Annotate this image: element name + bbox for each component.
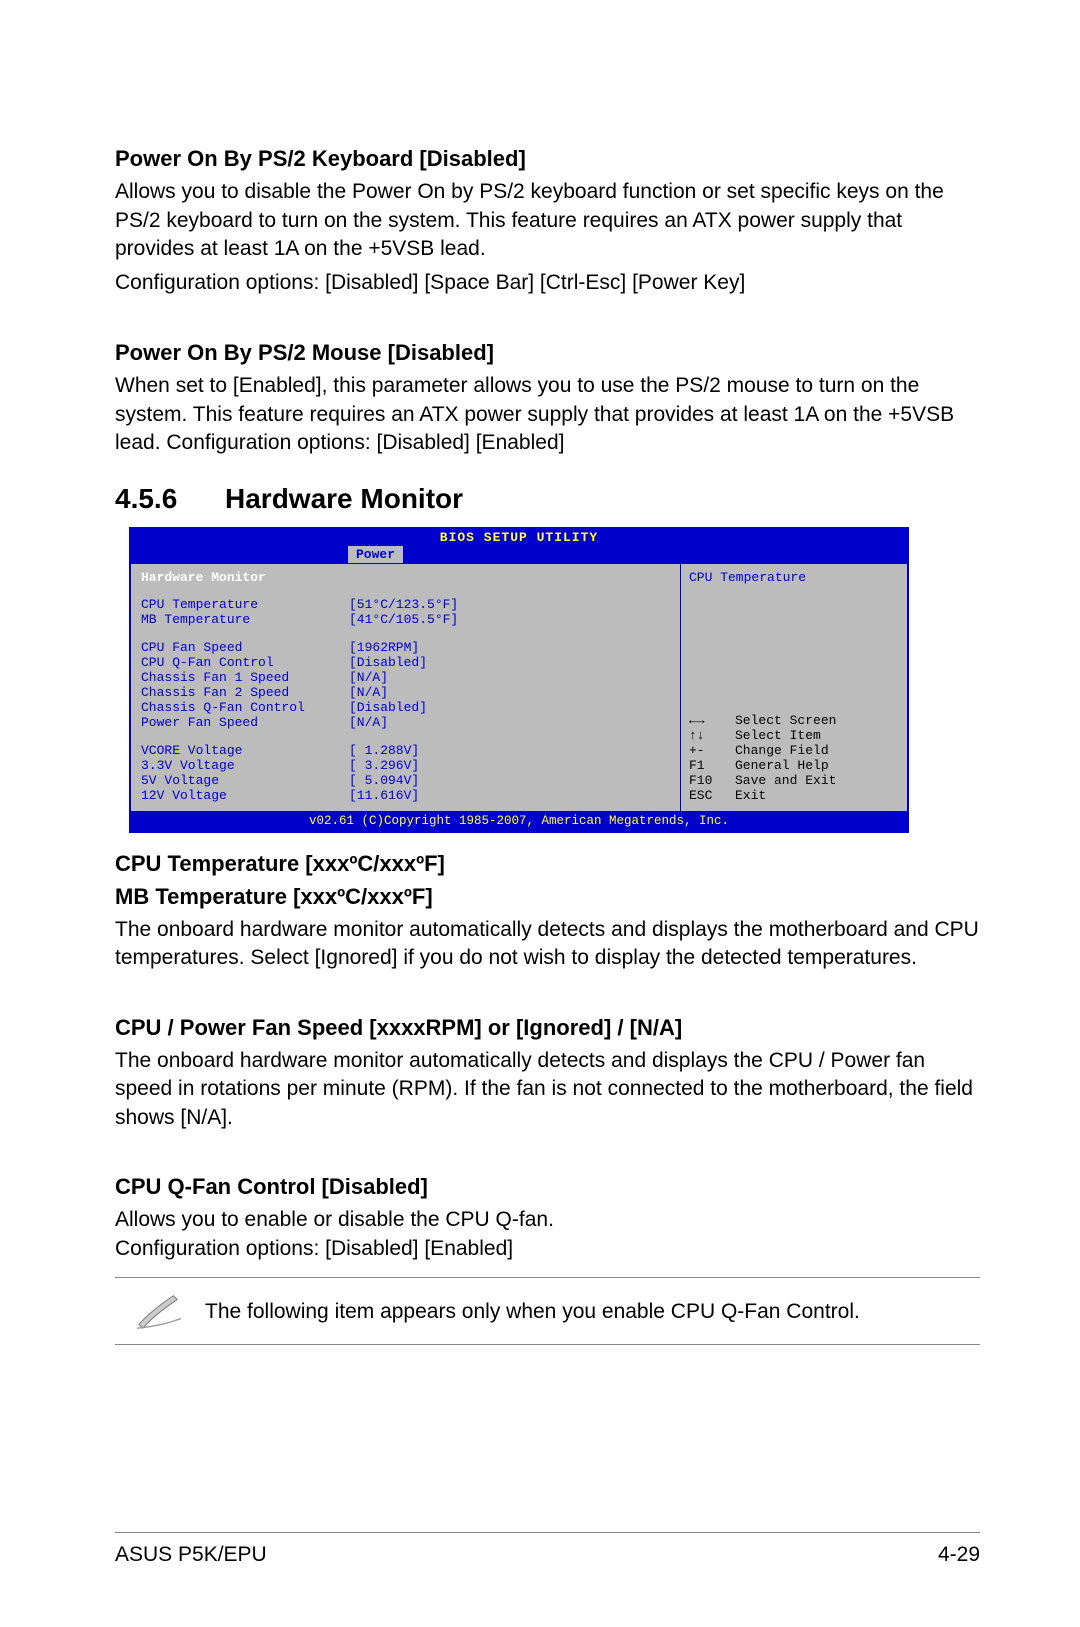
manual-page: Power On By PS/2 Keyboard [Disabled] All…: [0, 0, 1080, 1627]
bios-right-pane: CPU Temperature ←→Select Screen ↑↓Select…: [681, 564, 907, 811]
body-qfan2: Configuration options: [Disabled] [Enabl…: [115, 1235, 980, 1263]
bios-row: Chassis Q-Fan Control[Disabled]: [141, 700, 670, 715]
note-box: The following item appears only when you…: [115, 1277, 980, 1345]
bios-row: 5V Voltage[ 5.094V]: [141, 773, 670, 788]
subsection-title: Hardware Monitor: [225, 483, 463, 514]
bios-left-pane: Hardware Monitor CPU Temperature[51°C/12…: [131, 564, 681, 811]
bios-row: MB Temperature[41°C/105.5°F]: [141, 612, 670, 627]
bios-row: Power Fan Speed[N/A]: [141, 715, 670, 730]
bios-tab-power: Power: [347, 545, 404, 563]
bios-row: CPU Q-Fan Control[Disabled]: [141, 655, 670, 670]
arrows-ud-icon: ↑↓: [689, 728, 735, 743]
opts-ps2-keyboard: Configuration options: [Disabled] [Space…: [115, 269, 980, 297]
body-ps2-mouse: When set to [Enabled], this parameter al…: [115, 372, 980, 457]
body-temperatures: The onboard hardware monitor automatical…: [115, 916, 980, 973]
heading-qfan: CPU Q-Fan Control [Disabled]: [115, 1174, 980, 1200]
footer-model: ASUS P5K/EPU: [115, 1543, 267, 1567]
bios-row: CPU Fan Speed[1962RPM]: [141, 640, 670, 655]
footer-page-number: 4-29: [938, 1543, 980, 1567]
bios-row: VCORE Voltage[ 1.288V]: [141, 743, 670, 758]
heading-ps2-keyboard: Power On By PS/2 Keyboard [Disabled]: [115, 146, 980, 172]
bios-row: Chassis Fan 2 Speed[N/A]: [141, 685, 670, 700]
heading-cpu-temp: CPU Temperature [xxxºC/xxxºF]: [115, 851, 980, 877]
bios-row: Chassis Fan 1 Speed[N/A]: [141, 670, 670, 685]
heading-fan-speed: CPU / Power Fan Speed [xxxxRPM] or [Igno…: [115, 1015, 980, 1041]
bios-row: 12V Voltage[11.616V]: [141, 788, 670, 803]
arrows-lr-icon: ←→: [689, 713, 735, 728]
bios-tab-row: Power: [131, 545, 907, 563]
bios-row: 3.3V Voltage[ 3.296V]: [141, 758, 670, 773]
body-fan-speed: The onboard hardware monitor automatical…: [115, 1047, 980, 1132]
bios-row: CPU Temperature[51°C/123.5°F]: [141, 597, 670, 612]
body-ps2-keyboard: Allows you to disable the Power On by PS…: [115, 178, 980, 263]
note-text: The following item appears only when you…: [205, 1298, 860, 1325]
subsection-heading: 4.5.6Hardware Monitor: [115, 483, 980, 515]
bios-left-title: Hardware Monitor: [141, 570, 670, 585]
page-footer: ASUS P5K/EPU 4-29: [115, 1532, 980, 1567]
bios-footer: v02.61 (C)Copyright 1985-2007, American …: [131, 811, 907, 831]
bios-right-title: CPU Temperature: [689, 570, 899, 585]
heading-mb-temp: MB Temperature [xxxºC/xxxºF]: [115, 884, 980, 910]
heading-ps2-mouse: Power On By PS/2 Mouse [Disabled]: [115, 340, 980, 366]
bios-help: ←→Select Screen ↑↓Select Item +-Change F…: [689, 713, 899, 803]
bios-title: BIOS SETUP UTILITY: [131, 529, 907, 545]
bios-screenshot: BIOS SETUP UTILITY Power Hardware Monito…: [129, 527, 909, 833]
pencil-note-icon: [115, 1290, 205, 1332]
subsection-number: 4.5.6: [115, 483, 225, 515]
body-qfan1: Allows you to enable or disable the CPU …: [115, 1206, 980, 1234]
